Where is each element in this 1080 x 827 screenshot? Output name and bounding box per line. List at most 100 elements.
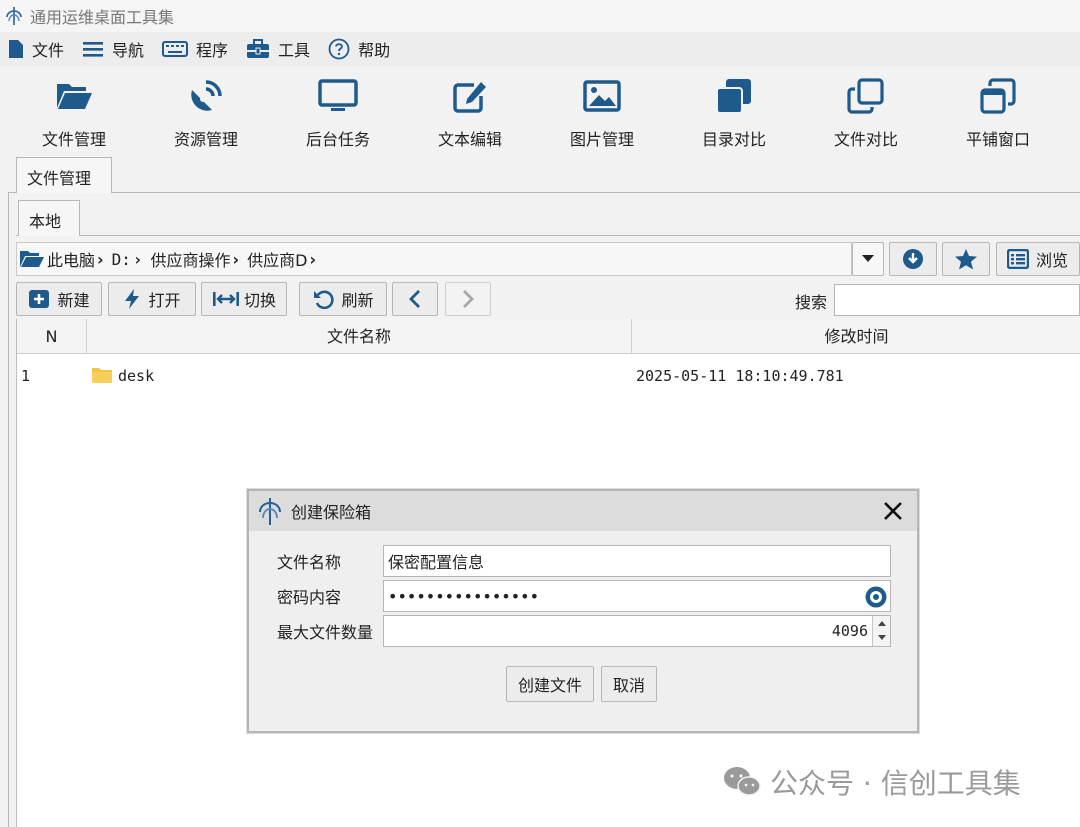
crumb-this-pc[interactable]: 此电脑 › — [47, 247, 104, 271]
folder-open-icon — [20, 251, 44, 267]
tab-file-manager-label: 文件管理 — [27, 169, 92, 188]
search-label: 搜索 — [795, 293, 828, 312]
help-icon — [328, 38, 350, 60]
menu-navigation[interactable]: 导航 — [82, 37, 144, 61]
new-button[interactable]: 新建 — [16, 282, 102, 316]
max-files-spinner[interactable]: 4096 — [383, 615, 891, 647]
browse-label: 浏览 — [1036, 251, 1069, 270]
chevron-right-icon — [463, 290, 474, 308]
password-label: 密码内容 — [277, 588, 342, 607]
tool-file-compare[interactable]: 文件对比 — [800, 66, 932, 158]
subtab-strip-line — [16, 235, 1080, 236]
menu-help[interactable]: 帮助 — [328, 37, 390, 61]
keyboard-icon — [162, 41, 189, 57]
menu-tools-label: 工具 — [278, 41, 311, 60]
file-name-field[interactable]: 保密配置信息 — [383, 545, 891, 577]
satellite-dish-icon — [191, 80, 222, 111]
tool-image-manager[interactable]: 图片管理 — [536, 66, 668, 158]
column-header-modified[interactable]: 修改时间 — [632, 319, 1080, 354]
cancel-button[interactable]: 取消 — [601, 666, 657, 702]
app-logo-icon — [6, 7, 22, 25]
tool-label: 文件管理 — [41, 130, 106, 149]
tool-tile-windows[interactable]: 平铺窗口 — [932, 66, 1064, 158]
menu-file-label: 文件 — [32, 41, 65, 60]
spinner-down-icon[interactable] — [878, 635, 886, 641]
clone-outline-icon — [847, 78, 884, 114]
file-icon — [9, 40, 23, 58]
row-index: 1 — [21, 367, 31, 385]
menu-program-label: 程序 — [196, 41, 229, 60]
tool-file-manager[interactable]: 文件管理 — [8, 66, 140, 158]
chevron-right-icon: › — [97, 249, 104, 269]
path-breadcrumb[interactable]: 此电脑 › D: › 供应商操作 › 供应商D › — [16, 242, 852, 276]
dialog-title-bar[interactable]: 创建保险箱 — [249, 491, 917, 531]
max-files-value: 4096 — [831, 622, 868, 640]
chevron-right-icon: › — [132, 249, 143, 269]
create-vault-dialog: 创建保险箱 文件名称 保密配置信息 密码内容 •••••••••••••••• … — [247, 489, 919, 733]
back-button[interactable] — [392, 282, 438, 316]
switch-button[interactable]: 切换 — [201, 282, 287, 316]
tool-label: 文件对比 — [833, 130, 898, 149]
create-file-button[interactable]: 创建文件 — [506, 666, 594, 702]
bolt-icon — [125, 289, 140, 309]
row-modified: 2025-05-11 18:10:49.781 — [636, 367, 844, 385]
crumb-folder[interactable]: 供应商操作 › — [151, 247, 240, 271]
tool-directory-compare[interactable]: 目录对比 — [668, 66, 800, 158]
file-name-label: 文件名称 — [277, 553, 342, 572]
column-header-n[interactable]: N — [17, 319, 87, 354]
menu-help-label: 帮助 — [358, 41, 391, 60]
favorite-button[interactable] — [942, 242, 990, 276]
tool-resource-manager[interactable]: 资源管理 — [140, 66, 272, 158]
menu-file[interactable]: 文件 — [8, 37, 64, 61]
list-view-icon — [1007, 249, 1029, 269]
tool-label: 图片管理 — [569, 130, 634, 149]
chevron-right-icon: › — [232, 249, 240, 269]
tab-file-manager[interactable]: 文件管理 — [16, 157, 112, 193]
eye-icon[interactable] — [864, 585, 888, 609]
app-logo-icon — [259, 498, 281, 525]
wechat-icon — [724, 767, 761, 796]
chevron-right-icon: › — [309, 249, 317, 269]
crumb-drive[interactable]: D: › — [112, 250, 143, 269]
password-field[interactable]: •••••••••••••••• — [383, 580, 891, 612]
tab-strip-line — [8, 192, 1080, 193]
watermark-text: 公众号 · 信创工具集 — [770, 767, 1021, 800]
tool-text-editor[interactable]: 文本编辑 — [404, 66, 536, 158]
spinner-buttons — [872, 616, 890, 646]
column-header-name[interactable]: 文件名称 — [87, 319, 632, 354]
open-button[interactable]: 打开 — [108, 282, 196, 316]
monitor-icon — [318, 79, 358, 111]
path-dropdown-button[interactable] — [852, 242, 884, 276]
spinner-up-icon[interactable] — [878, 620, 886, 626]
tool-background-tasks[interactable]: 后台任务 — [272, 66, 404, 158]
browse-button[interactable]: 浏览 — [996, 242, 1080, 276]
crumb-current[interactable]: 供应商D › — [247, 247, 316, 271]
download-button[interactable] — [889, 242, 937, 276]
switch-label: 切换 — [243, 291, 276, 310]
dialog-title: 创建保险箱 — [291, 503, 372, 522]
window-restore-icon — [980, 78, 1016, 114]
password-value: •••••••••••••••• — [388, 586, 539, 606]
menu-navigation-label: 导航 — [112, 41, 145, 60]
tool-label: 资源管理 — [173, 130, 238, 149]
forward-button[interactable] — [445, 282, 491, 316]
crumb-label: 此电脑 — [47, 251, 96, 270]
tool-label: 平铺窗口 — [965, 130, 1030, 149]
refresh-button[interactable]: 刷新 — [299, 282, 387, 316]
menu-program[interactable]: 程序 — [162, 37, 228, 61]
search-input[interactable] — [834, 284, 1080, 316]
plus-square-icon — [29, 290, 50, 308]
chevron-left-icon — [409, 290, 420, 308]
table-row[interactable]: 1 desk 2025-05-11 18:10:49.781 — [17, 365, 1080, 389]
edit-icon — [453, 82, 486, 113]
title-bar: 通用运维桌面工具集 — [0, 0, 1080, 32]
file-name-value: 保密配置信息 — [388, 553, 485, 572]
tab-local-label: 本地 — [29, 212, 62, 231]
menu-tools[interactable]: 工具 — [246, 37, 310, 61]
create-file-label: 创建文件 — [517, 676, 582, 695]
close-icon[interactable] — [879, 497, 907, 525]
watermark: 公众号 · 信创工具集 — [722, 762, 1021, 802]
list-icon — [83, 42, 104, 57]
crumb-label: D: — [111, 249, 131, 269]
tab-local[interactable]: 本地 — [18, 200, 80, 236]
